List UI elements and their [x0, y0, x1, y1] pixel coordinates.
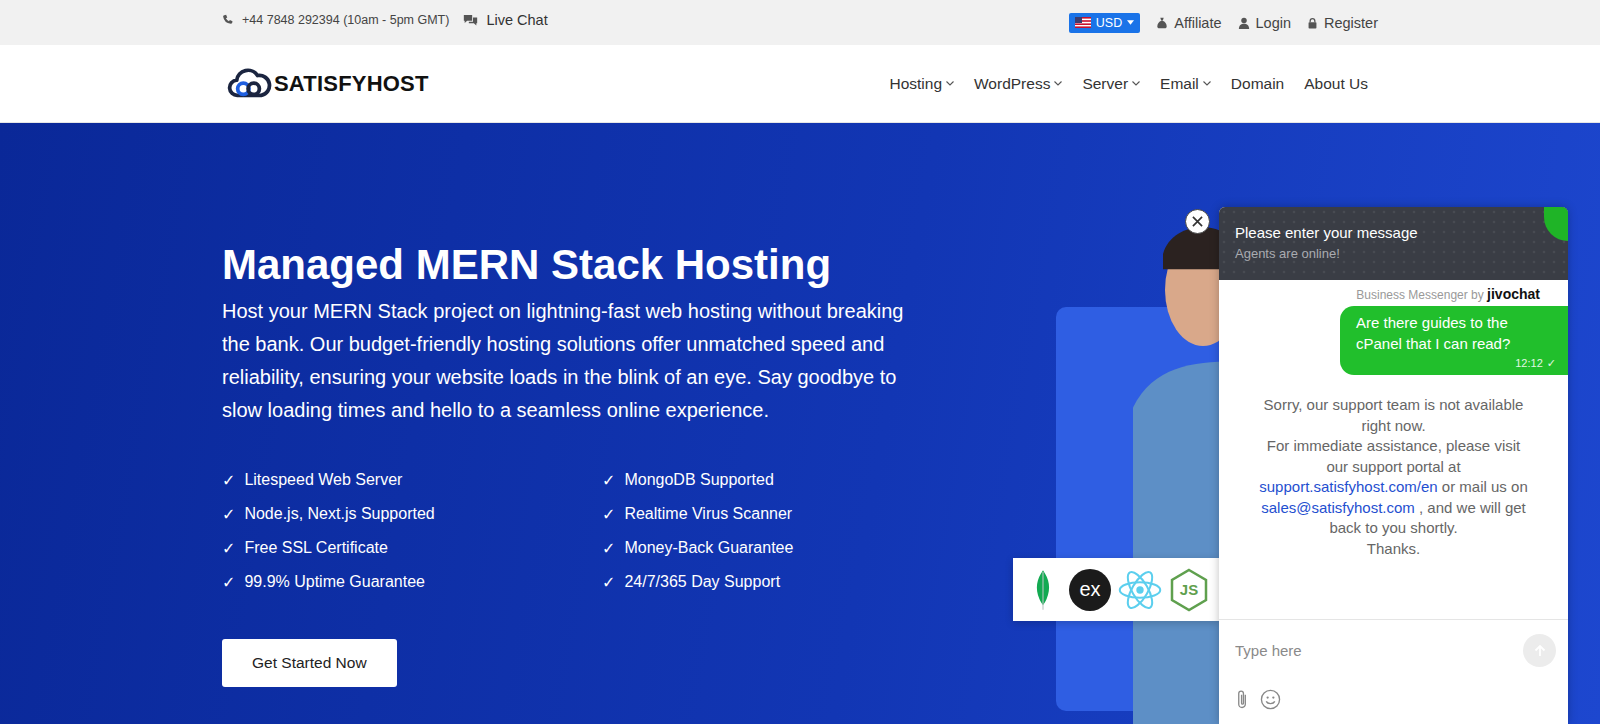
close-icon	[1192, 216, 1203, 227]
chat-input-area	[1219, 619, 1568, 724]
currency-selector[interactable]: USD	[1069, 13, 1140, 33]
nav-bar: SATISFYHOST Hosting WordPress Server Ema…	[0, 45, 1600, 123]
notice-link[interactable]: sales@satisfyhost.com	[1261, 499, 1415, 516]
feature-item: ✓ 24/7/365 Day Support	[602, 565, 982, 599]
get-started-button[interactable]: Get Started Now	[222, 639, 397, 687]
chat-header: Please enter your message Agents are onl…	[1219, 207, 1568, 280]
us-flag-icon	[1075, 17, 1091, 28]
send-button[interactable]	[1523, 634, 1556, 667]
main-menu: Hosting WordPress Server Email Domain Ab…	[889, 75, 1368, 93]
menu-item[interactable]: Hosting	[889, 75, 954, 93]
tech-logo	[1117, 569, 1163, 611]
emoji-icon[interactable]	[1260, 689, 1281, 710]
chevron-down-icon	[1054, 81, 1062, 86]
chevron-down-icon	[1203, 81, 1211, 86]
feature-list: ✓ Litespeed Web Server✓ Node.js, Next.js…	[222, 463, 1013, 599]
leaf-icon	[1034, 569, 1052, 611]
phone-icon	[222, 14, 234, 26]
caret-icon	[1127, 20, 1134, 25]
chat-widget: Please enter your message Agents are onl…	[1219, 207, 1568, 724]
page: +44 7848 292394 (10am - 5pm GMT) Live Ch…	[0, 0, 1600, 724]
hero-title: Managed MERN Stack Hosting	[222, 239, 1013, 291]
phone-contact[interactable]: +44 7848 292394 (10am - 5pm GMT)	[222, 13, 449, 27]
feature-item: ✓ MongoDB Supported	[602, 463, 982, 497]
chat-branding[interactable]: Business Messenger by jivochat	[1219, 280, 1568, 306]
feature-item: ✓ 99.9% Uptime Guarantee	[222, 565, 602, 599]
chat-body: Business Messenger by jivochat Are there…	[1219, 280, 1568, 619]
menu-item[interactable]: About Us	[1304, 75, 1368, 93]
menu-item[interactable]: WordPress	[974, 75, 1062, 93]
top-link[interactable]: Affiliate	[1156, 15, 1221, 31]
top-link[interactable]: Register	[1307, 15, 1378, 31]
user-icon	[1238, 17, 1250, 29]
menu-item[interactable]: Domain	[1231, 75, 1284, 93]
menu-item[interactable]: Server	[1082, 75, 1140, 93]
feature-item: ✓ Litespeed Web Server	[222, 463, 602, 497]
money-bag-icon	[1156, 17, 1168, 29]
feature-item: ✓ Free SSL Certificate	[222, 531, 602, 565]
chat-message: Are there guides to the cPanel that I ca…	[1340, 306, 1568, 375]
top-bar: +44 7848 292394 (10am - 5pm GMT) Live Ch…	[0, 0, 1600, 45]
cloud-logo-icon	[226, 67, 272, 101]
logo[interactable]: SATISFYHOST	[226, 67, 429, 101]
chevron-down-icon	[1132, 81, 1140, 86]
menu-item[interactable]: Email	[1160, 75, 1211, 93]
status-corner	[1544, 207, 1568, 241]
chevron-down-icon	[946, 81, 954, 86]
atom-icon	[1117, 569, 1163, 611]
tech-logo	[1023, 569, 1063, 611]
feature-item: ✓ Money-Back Guarantee	[602, 531, 982, 565]
feature-item: ✓ Node.js, Next.js Supported	[222, 497, 602, 531]
notice-link[interactable]: support.satisfyhost.com/en	[1259, 478, 1437, 495]
top-link[interactable]: Login	[1238, 15, 1291, 31]
feature-item: ✓ Realtime Virus Scanner	[602, 497, 982, 531]
chat-close-button[interactable]	[1185, 209, 1210, 234]
arrow-up-icon	[1533, 644, 1547, 658]
live-chat-link[interactable]: Live Chat	[463, 12, 547, 28]
person-photo	[1133, 213, 1233, 724]
chat-icon	[463, 14, 478, 26]
message-input[interactable]	[1235, 638, 1515, 663]
tech-logo: ex	[1069, 569, 1111, 611]
tech-logo: JS	[1169, 568, 1209, 612]
tech-logos: ex JS	[1013, 558, 1219, 621]
system-notice: Sorry, our support team is not available…	[1219, 375, 1568, 559]
paperclip-icon[interactable]	[1235, 689, 1250, 710]
hero-description: Host your MERN Stack project on lightnin…	[222, 295, 922, 427]
lock-icon	[1307, 17, 1318, 29]
